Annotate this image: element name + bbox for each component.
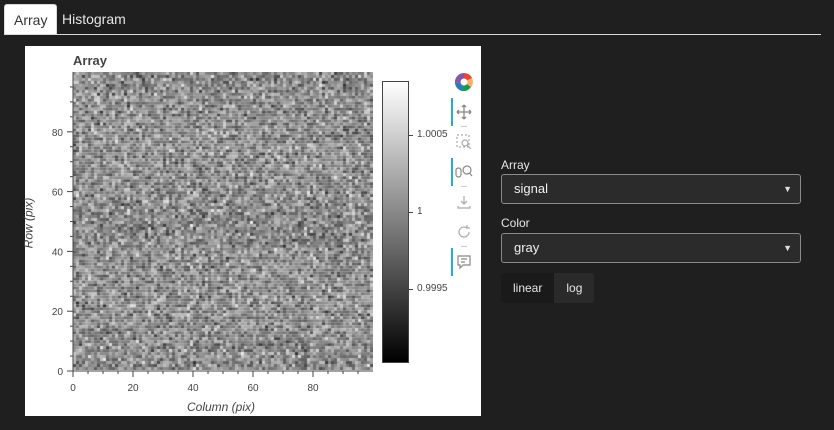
colorbar	[382, 81, 409, 363]
colorbar-tick	[409, 212, 413, 213]
scale-log-button[interactable]: log	[554, 273, 594, 303]
chevron-down-icon: ▼	[783, 243, 792, 253]
x-axis-label: Column (pix)	[187, 400, 256, 414]
colorbar-tick-label: 1	[417, 206, 423, 217]
x-tick-label: 60	[247, 383, 259, 394]
plot-axes: 0 20 40 60 80 0 20 40 60 80	[52, 72, 373, 394]
colorbar-tick	[409, 289, 413, 290]
y-tick-label: 40	[52, 247, 64, 258]
bokeh-logo-icon[interactable]	[450, 70, 478, 94]
reset-icon[interactable]	[450, 220, 478, 244]
y-axis-label: Row (pix)	[21, 197, 36, 249]
y-tick-label: 20	[52, 307, 64, 318]
colorbar-tick-label: 1.0005	[417, 129, 448, 140]
chevron-down-icon: ▼	[783, 184, 792, 194]
scale-linear-button[interactable]: linear	[501, 273, 555, 303]
color-select-value: gray	[514, 240, 540, 255]
colorbar-tick-label: 0.9995	[417, 283, 448, 294]
toolbar-separator	[461, 186, 467, 187]
tab-bar: Array Histogram	[0, 0, 834, 36]
y-tick-label: 0	[57, 367, 63, 378]
box-zoom-icon[interactable]	[450, 130, 478, 154]
toolbar-separator	[461, 246, 467, 247]
pan-icon[interactable]	[450, 100, 478, 124]
array-select-label: Array	[501, 158, 530, 172]
color-select[interactable]: gray ▼	[501, 233, 801, 263]
x-tick-label: 0	[70, 383, 76, 394]
color-select-label: Color	[501, 216, 530, 230]
plot-panel: Array 0 20 40 60 80 0 20 40 60 80 Row (pix) Colu…	[21, 46, 481, 416]
colorbar-tick	[409, 135, 413, 136]
wheel-zoom-icon[interactable]	[450, 160, 478, 184]
y-tick-label: 60	[52, 188, 64, 199]
array-select-value: signal	[514, 181, 548, 196]
tab-histogram[interactable]: Histogram	[53, 4, 135, 34]
hover-icon[interactable]	[450, 250, 478, 274]
y-tick-label: 80	[52, 128, 64, 139]
array-select[interactable]: signal ▼	[501, 174, 801, 204]
toolbar-separator	[461, 126, 467, 127]
scale-toggle-group: linear log	[501, 273, 595, 303]
tab-array[interactable]: Array	[4, 4, 58, 34]
save-icon[interactable]	[450, 190, 478, 214]
x-tick-label: 80	[307, 383, 319, 394]
x-tick-label: 20	[127, 383, 139, 394]
tab-divider	[4, 34, 821, 35]
x-tick-label: 40	[187, 383, 199, 394]
